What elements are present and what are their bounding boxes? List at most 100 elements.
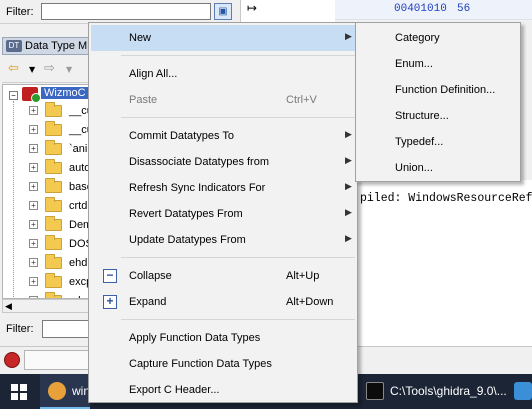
folder-icon [45, 178, 62, 193]
folder-icon [45, 216, 62, 231]
submenu-item-label: Enum... [395, 58, 433, 70]
menu-item-apply-function-data-types[interactable]: Apply Function Data Types [91, 325, 355, 351]
back-dropdown-icon[interactable]: ▼ [29, 65, 35, 74]
flow-arrow-icon: ↦ [247, 1, 258, 15]
menu-item-label: Capture Function Data Types [129, 358, 272, 370]
ghidra-icon [48, 382, 66, 400]
tree-node-label: crtd [69, 200, 88, 212]
menu-item-shortcut: Alt+Down [286, 296, 334, 308]
menu-item-label: Update Datatypes From [129, 234, 246, 246]
submenu-arrow-icon: ▶ [345, 129, 352, 139]
expand-toggle-icon[interactable]: + [29, 106, 38, 115]
menu-item-label: Disassociate Datatypes from [129, 156, 269, 168]
collapse-icon: − [103, 269, 117, 283]
menu-item-revert-datatypes[interactable]: Revert Datatypes From ▶ [91, 201, 355, 227]
scroll-left-icon[interactable]: ◀ [5, 301, 12, 312]
submenu-item-label: Function Definition... [395, 84, 496, 96]
windows-start-icon[interactable] [11, 384, 27, 400]
filter-options-icon[interactable]: ▣ [214, 3, 232, 20]
submenu-item-category[interactable]: Category [358, 25, 518, 51]
menu-item-label: New [129, 32, 152, 44]
submenu-arrow-icon: ▶ [345, 155, 352, 165]
menu-separator [121, 55, 355, 56]
tree-node-label: `ani [69, 143, 88, 155]
menu-item-update-datatypes[interactable]: Update Datatypes From ▶ [91, 227, 355, 253]
expand-icon: + [103, 295, 117, 309]
listing-view: 00401010 56 [335, 0, 532, 20]
menu-item-label: Export C Header... [129, 384, 220, 396]
menu-item-shortcut: Alt+Up [286, 270, 320, 282]
submenu-arrow-icon: ▶ [345, 233, 352, 243]
menu-item-disassociate-datatypes[interactable]: Disassociate Datatypes from ▶ [91, 149, 355, 175]
submenu-item-label: Union... [395, 162, 433, 174]
root-collapse-toggle[interactable]: − [9, 91, 18, 100]
expand-toggle-icon[interactable]: + [29, 182, 38, 191]
program-archive-icon [22, 87, 41, 103]
expand-toggle-icon[interactable]: + [29, 239, 38, 248]
forward-dropdown-icon[interactable]: ▼ [66, 65, 72, 74]
submenu-arrow-icon: ▶ [345, 181, 352, 191]
data-type-manager-icon: DT [6, 40, 22, 52]
status-field [24, 350, 90, 370]
folder-icon [45, 159, 62, 174]
folder-icon [45, 254, 62, 269]
listing-value: 56 [457, 3, 471, 15]
expand-toggle-icon[interactable]: + [29, 201, 38, 210]
submenu-item-union[interactable]: Union... [358, 155, 518, 181]
expand-toggle-icon[interactable]: + [29, 220, 38, 229]
explorer-icon [514, 382, 532, 400]
expand-toggle-icon[interactable]: + [29, 163, 38, 172]
taskbar-item-label: C:\Tools\ghidra_9.0\... [390, 384, 506, 398]
folder-icon [45, 102, 62, 117]
ghidra-dragon-icon [4, 352, 20, 368]
folder-icon [45, 121, 62, 136]
tree-node-label: ehd [69, 257, 88, 269]
expand-toggle-icon[interactable]: + [29, 125, 38, 134]
submenu-item-structure[interactable]: Structure... [358, 103, 518, 129]
submenu-item-label: Typedef... [395, 136, 444, 148]
menu-item-expand[interactable]: + Expand Alt+Down [91, 289, 355, 315]
submenu-item-enum[interactable]: Enum... [358, 51, 518, 77]
symbol-filter-bar: Filter: ▣ [0, 0, 240, 24]
context-menu: New ▶ Align All... Paste Ctrl+V Commit D… [88, 22, 358, 403]
menu-item-label: Paste [129, 94, 158, 106]
menu-item-paste: Paste Ctrl+V [91, 87, 355, 113]
tree-root-node[interactable]: WizmoC [41, 87, 89, 99]
menu-item-align-all[interactable]: Align All... [91, 61, 355, 87]
folder-icon [45, 140, 62, 155]
flow-arrow-area: ↦ [240, 0, 335, 24]
menu-item-shortcut: Ctrl+V [286, 94, 317, 106]
menu-item-label: Expand [129, 296, 167, 308]
menu-item-export-c-header[interactable]: Export C Header... [91, 377, 355, 403]
submenu-item-typedef[interactable]: Typedef... [358, 129, 518, 155]
menu-item-label: Commit Datatypes To [129, 130, 234, 142]
taskbar-item-ghidra[interactable]: win [40, 374, 90, 409]
menu-item-refresh-sync[interactable]: Refresh Sync Indicators For ▶ [91, 175, 355, 201]
menu-item-label: Apply Function Data Types [129, 332, 261, 344]
submenu-item-label: Category [395, 32, 440, 44]
menu-item-capture-function-data-types[interactable]: Capture Function Data Types [91, 351, 355, 377]
back-arrow-icon[interactable]: ⇦ [8, 61, 19, 76]
bottom-filter-label: Filter: [6, 323, 34, 335]
menu-separator [121, 319, 355, 320]
expand-toggle-icon[interactable]: + [29, 258, 38, 267]
menu-item-collapse[interactable]: − Collapse Alt+Up [91, 263, 355, 289]
taskbar-item-terminal[interactable]: C:\Tools\ghidra_9.0\... [358, 374, 506, 409]
submenu-item-function-definition[interactable]: Function Definition... [358, 77, 518, 103]
taskbar-item-explorer[interactable] [506, 374, 532, 409]
menu-item-new[interactable]: New ▶ [91, 25, 355, 51]
filter-label: Filter: [6, 6, 34, 18]
listing-address[interactable]: 00401010 [394, 3, 447, 15]
menu-separator [121, 117, 355, 118]
folder-icon [45, 273, 62, 288]
expand-toggle-icon[interactable]: + [29, 277, 38, 286]
console-output: piled: WindowsResourceRefe [360, 192, 532, 205]
menu-item-label: Refresh Sync Indicators For [129, 182, 266, 194]
filter-input[interactable] [41, 3, 211, 20]
new-submenu: Category Enum... Function Definition... … [355, 22, 521, 182]
expand-toggle-icon[interactable]: + [29, 144, 38, 153]
forward-arrow-icon[interactable]: ⇨ [44, 61, 55, 76]
data-type-manager-title: Data Type M [25, 40, 88, 52]
menu-item-label: Collapse [129, 270, 172, 282]
menu-item-commit-datatypes[interactable]: Commit Datatypes To ▶ [91, 123, 355, 149]
